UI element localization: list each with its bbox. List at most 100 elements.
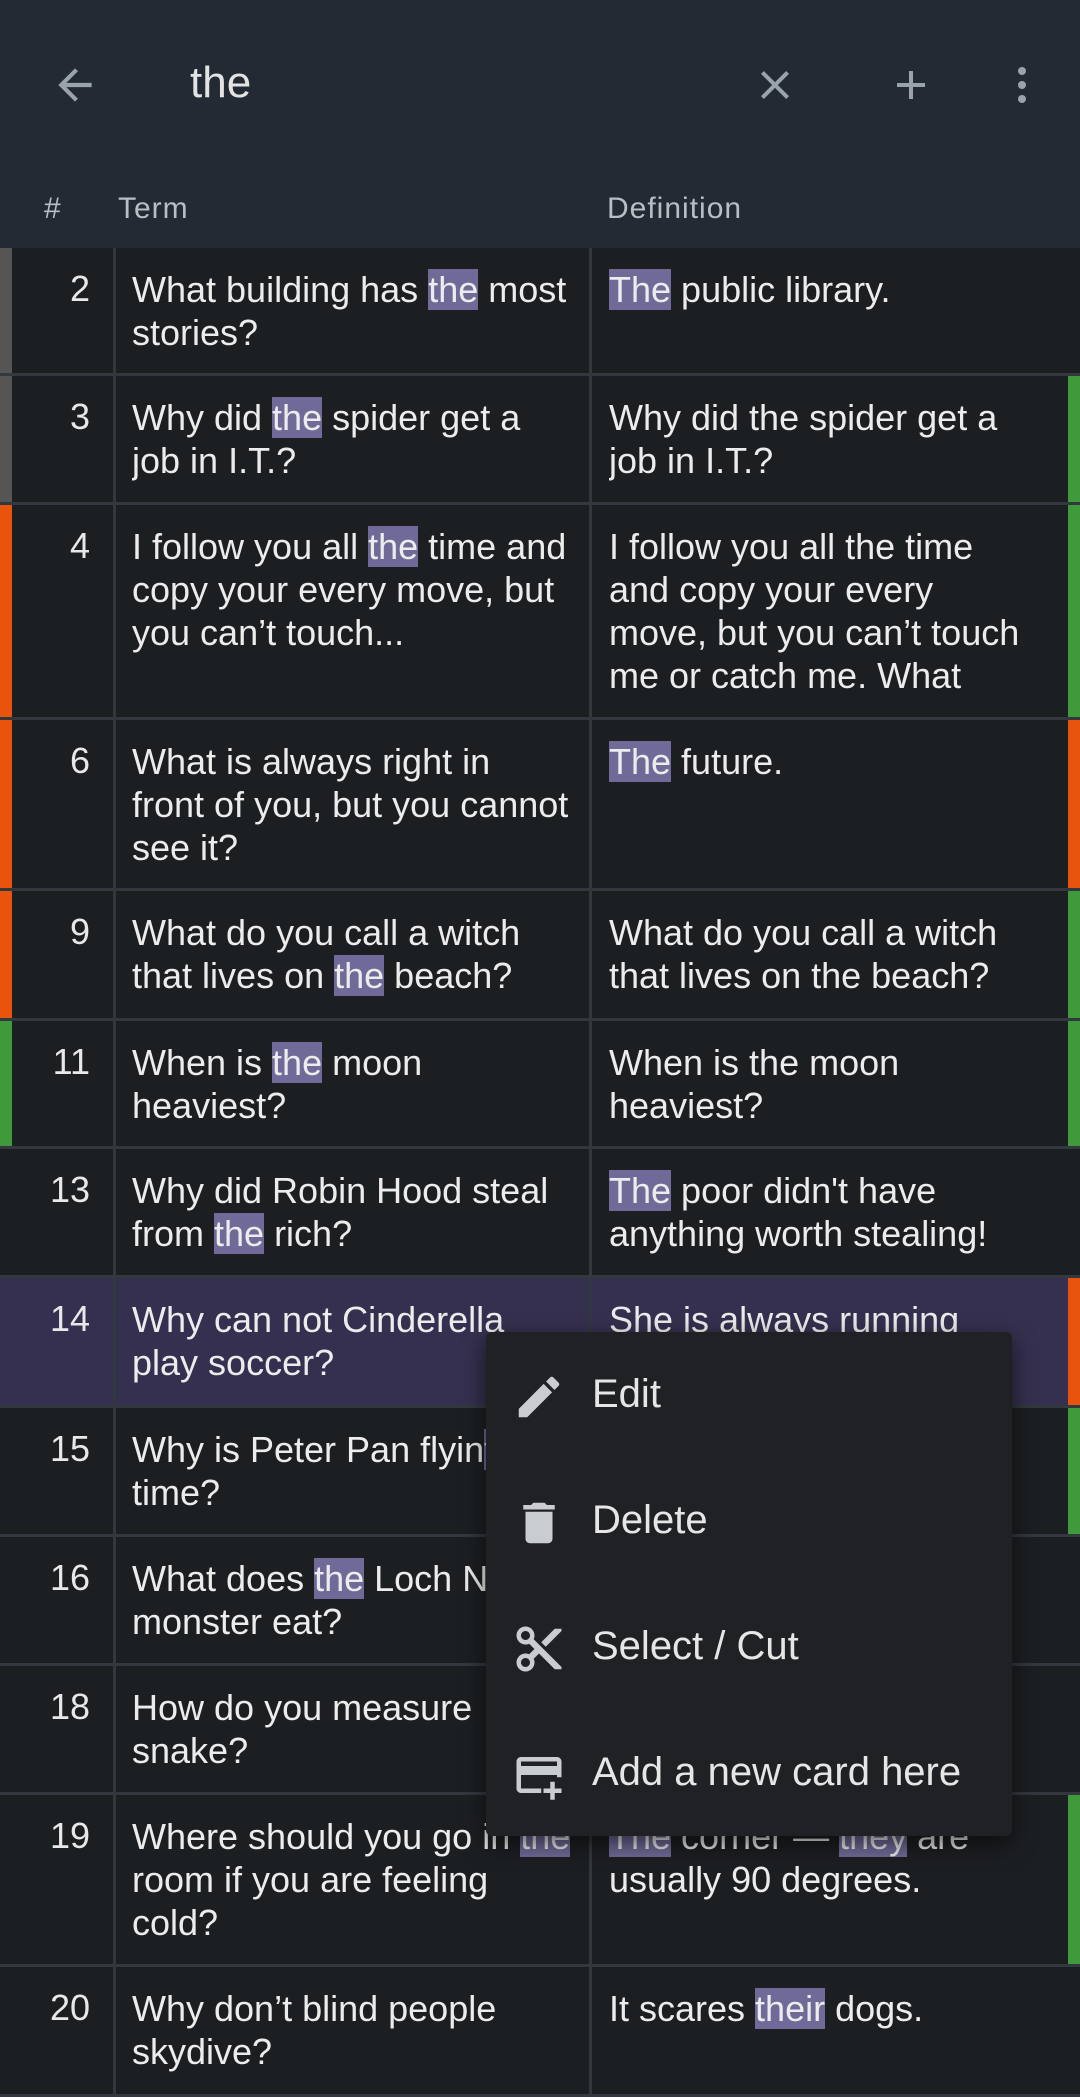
search-highlight: the bbox=[428, 269, 479, 310]
definition-cell: What do you call a witch that lives on t… bbox=[609, 911, 1039, 997]
row-number: 14 bbox=[49, 1298, 90, 1339]
row-number: 18 bbox=[49, 1686, 90, 1727]
cell-text: time? bbox=[132, 1472, 221, 1513]
menu-item-delete[interactable]: Delete bbox=[486, 1458, 1012, 1584]
cell-text: I follow you all the time and copy your … bbox=[609, 526, 1020, 696]
clear-search-button[interactable] bbox=[740, 50, 810, 120]
column-divider bbox=[589, 720, 592, 888]
table-row[interactable]: 3 Why did the spider get a job in I.T.? Wh… bbox=[0, 376, 1080, 505]
row-number: 20 bbox=[49, 1987, 90, 2028]
column-divider bbox=[113, 1021, 116, 1146]
column-divider bbox=[113, 1967, 116, 2094]
right-status-bar bbox=[1068, 720, 1080, 888]
term-cell: I follow you all the time and copy your … bbox=[132, 525, 572, 654]
card-plus-icon bbox=[516, 1757, 562, 1800]
table-row[interactable]: 2 What building has the most stories? The … bbox=[0, 248, 1080, 376]
cell-text: How do you measure snake? bbox=[132, 1687, 473, 1771]
cell-text: When is bbox=[132, 1042, 273, 1083]
row-number: 2 bbox=[69, 268, 90, 309]
left-status-bar bbox=[0, 720, 12, 888]
menu-item-label: Select / Cut bbox=[592, 1624, 799, 1668]
cell-text: What do you call a witch that lives on t… bbox=[609, 912, 998, 996]
cell-text: Why did bbox=[132, 397, 273, 438]
column-divider bbox=[589, 1967, 592, 2094]
column-header-number[interactable]: # bbox=[44, 192, 62, 226]
term-cell: When is the moon heaviest? bbox=[132, 1041, 572, 1127]
column-divider bbox=[113, 1408, 116, 1534]
term-cell: What is always right in front of you, bu… bbox=[132, 740, 572, 869]
search-highlight: the bbox=[368, 526, 419, 567]
term-cell: Why did Robin Hood steal from the rich? bbox=[132, 1169, 572, 1255]
left-status-bar bbox=[0, 891, 12, 1018]
table-row[interactable]: 13 Why did Robin Hood steal from the rich… bbox=[0, 1149, 1080, 1278]
term-cell: Why did the spider get a job in I.T.? bbox=[132, 396, 572, 482]
column-header-term[interactable]: Term bbox=[118, 192, 189, 226]
column-divider bbox=[589, 248, 592, 373]
table-row[interactable]: 9 What do you call a witch that lives on … bbox=[0, 891, 1080, 1021]
cell-text: What does bbox=[132, 1558, 315, 1599]
search-input[interactable]: the bbox=[190, 58, 251, 108]
right-status-bar bbox=[1068, 1021, 1080, 1146]
search-highlight: the bbox=[272, 1042, 323, 1083]
cell-text: What building has bbox=[132, 269, 429, 310]
table-row[interactable]: 20 Why don’t blind people skydive? It scar… bbox=[0, 1967, 1080, 2097]
more-vert-icon bbox=[1018, 67, 1026, 103]
menu-item-select-cut[interactable]: Select / Cut bbox=[486, 1584, 1012, 1710]
row-number: 13 bbox=[49, 1169, 90, 1210]
definition-cell: The future. bbox=[609, 740, 1039, 783]
cell-text: When is the moon heaviest? bbox=[609, 1042, 900, 1126]
right-status-bar bbox=[1068, 505, 1080, 717]
cell-text: Why can not Cinderella play soccer? bbox=[132, 1299, 505, 1383]
search-highlight: the bbox=[334, 955, 385, 996]
definition-cell: It scares their dogs. bbox=[609, 1987, 1039, 2030]
table-row[interactable]: 11 When is the moon heaviest? When is the … bbox=[0, 1021, 1080, 1149]
row-number: 3 bbox=[69, 396, 90, 437]
table-row[interactable]: 6 What is always right in front of you, b… bbox=[0, 720, 1080, 891]
definition-cell: I follow you all the time and copy your … bbox=[609, 525, 1039, 697]
column-divider bbox=[589, 505, 592, 717]
column-header-definition[interactable]: Definition bbox=[607, 192, 742, 226]
search-highlight: The bbox=[609, 269, 672, 310]
app-bar: the # Term Definition bbox=[0, 0, 1080, 248]
term-cell: What do you call a witch that lives on t… bbox=[132, 911, 572, 997]
right-status-bar bbox=[1068, 1408, 1080, 1534]
row-number: 4 bbox=[69, 525, 90, 566]
context-menu: Edit Delete Select / Cut Add a new card … bbox=[486, 1332, 1012, 1836]
menu-item-edit[interactable]: Edit bbox=[486, 1332, 1012, 1458]
column-divider bbox=[113, 376, 116, 502]
column-divider bbox=[113, 1278, 116, 1405]
column-divider bbox=[589, 1021, 592, 1146]
definition-cell: The public library. bbox=[609, 268, 1039, 311]
table-row[interactable]: 4 I follow you all the time and copy your… bbox=[0, 505, 1080, 720]
column-divider bbox=[113, 248, 116, 373]
column-divider bbox=[589, 1149, 592, 1275]
cell-text: What is always right in front of you, bu… bbox=[132, 741, 569, 868]
cell-text: room if you are feeling cold? bbox=[132, 1859, 489, 1943]
cell-text: Where should you go in bbox=[132, 1816, 521, 1857]
search-highlight: the bbox=[272, 397, 323, 438]
add-button[interactable] bbox=[876, 50, 946, 120]
menu-item-label: Delete bbox=[592, 1498, 708, 1542]
column-divider bbox=[113, 505, 116, 717]
term-cell: What building has the most stories? bbox=[132, 268, 572, 354]
right-status-bar bbox=[1068, 891, 1080, 1018]
back-button[interactable] bbox=[40, 50, 110, 120]
cell-text: beach? bbox=[384, 955, 513, 996]
row-number: 11 bbox=[52, 1041, 90, 1082]
arrow-left-icon bbox=[58, 68, 92, 102]
term-cell: Why don’t blind people skydive? bbox=[132, 1987, 572, 2073]
left-status-bar bbox=[0, 1021, 12, 1146]
cell-text: It scares bbox=[609, 1988, 756, 2029]
scissors-icon bbox=[516, 1626, 562, 1672]
right-status-bar bbox=[1068, 1278, 1080, 1405]
cell-text: future. bbox=[671, 741, 784, 782]
search-highlight: the bbox=[214, 1213, 265, 1254]
column-divider bbox=[113, 1795, 116, 1964]
menu-item-label: Add a new card here bbox=[592, 1750, 962, 1794]
more-options-button[interactable] bbox=[990, 50, 1054, 120]
column-divider bbox=[113, 891, 116, 1018]
column-divider bbox=[113, 720, 116, 888]
row-number: 9 bbox=[69, 911, 90, 952]
menu-item-add-card[interactable]: Add a new card here bbox=[486, 1710, 1012, 1836]
cell-text: rich? bbox=[264, 1213, 353, 1254]
